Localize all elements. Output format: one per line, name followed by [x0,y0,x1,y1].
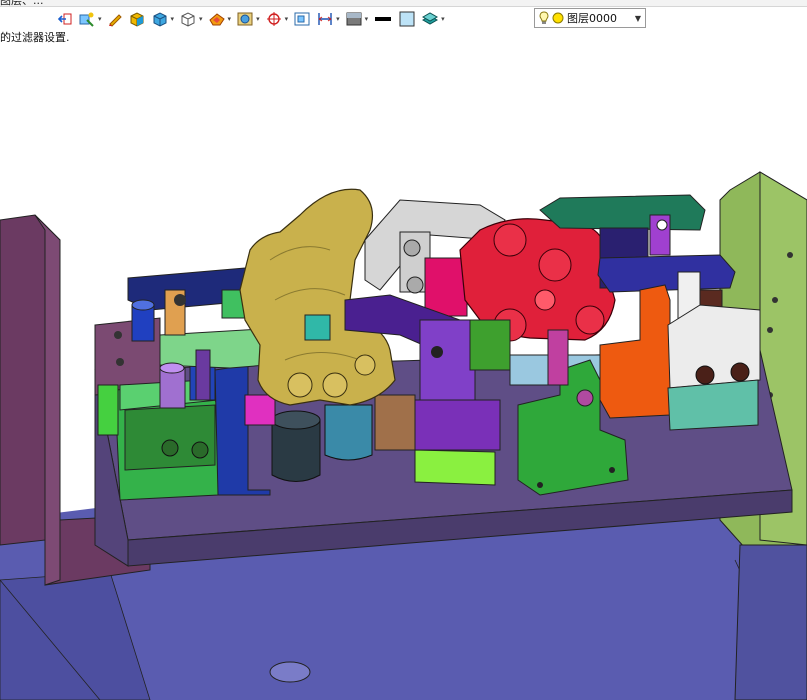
sketch-button[interactable] [106,9,124,29]
navy-clamp-arm-right [597,254,736,293]
background-icon [346,12,362,26]
dark-green-clamp-arm [539,194,706,231]
layer-select[interactable]: 图层0000 ▼ [534,8,646,28]
chevron-down-icon: ▼ [634,13,641,23]
dropdown-arrow-icon: ▾ [364,15,369,23]
fit-view-icon [294,12,310,26]
wireframe-cube-icon [181,12,195,27]
exit-sketch-button[interactable] [56,9,74,29]
solid-cube-icon [153,12,167,27]
dimension-icon [318,13,332,25]
dropdown-arrow-icon: ▾ [227,15,232,23]
exit-sketch-icon [57,13,72,25]
lime-block [414,449,496,486]
selection-filter-icon [79,12,94,27]
dropdown-arrow-icon: ▾ [284,15,289,23]
dropdown-arrow-icon: ▾ [336,15,340,23]
render-style-icon [237,12,253,26]
yellow-circle-icon [552,12,564,24]
line-color-button[interactable] [372,9,394,29]
snap-point-button[interactable]: ▾ [264,9,290,29]
fit-view-button[interactable] [292,9,312,29]
snap-point-icon [266,12,281,26]
shaded-box-icon [130,12,144,27]
render-style-button[interactable]: ▾ [235,9,261,29]
title-bar: 图层、... [0,0,807,7]
fixture-model [0,171,807,700]
status-filter-note: 的过滤器设置. [0,31,70,44]
line-color-icon [375,17,392,21]
shaded-button[interactable] [127,9,147,29]
background-button[interactable]: ▾ [344,9,370,29]
floor-hole [269,661,311,683]
window-title: 图层、... [0,0,44,7]
wireframe-view-button[interactable]: ▾ [178,9,204,29]
dropdown-arrow-icon: ▾ [441,15,445,23]
layer-settings-button[interactable]: ▾ [420,9,446,29]
orient-view-icon [208,13,225,26]
layer-settings-icon [422,12,439,25]
graphics-viewport[interactable] [0,44,807,700]
dropdown-arrow-icon: ▾ [170,15,175,23]
solid-view-button[interactable]: ▾ [150,9,176,29]
dropdown-arrow-icon: ▾ [199,15,203,23]
view-toolbar: ▾ ▾ ▾ ▾ ▾ ▾ ▾ ▾ ▾ [56,8,446,30]
orient-view-button[interactable]: ▾ [207,9,233,29]
dropdown-arrow-icon: ▾ [98,15,102,23]
layer-select-value: 图层0000 [567,12,617,25]
dimension-button[interactable]: ▾ [315,9,341,29]
teal-cylinder [324,404,373,461]
dropdown-arrow-icon: ▾ [256,15,260,23]
selection-filter-button[interactable]: ▾ [77,9,103,29]
fill-color-button[interactable] [397,9,417,29]
green-block-front [124,404,216,471]
fill-color-icon [399,11,415,27]
pencil-icon [108,14,122,27]
bulb-icon [539,11,549,24]
